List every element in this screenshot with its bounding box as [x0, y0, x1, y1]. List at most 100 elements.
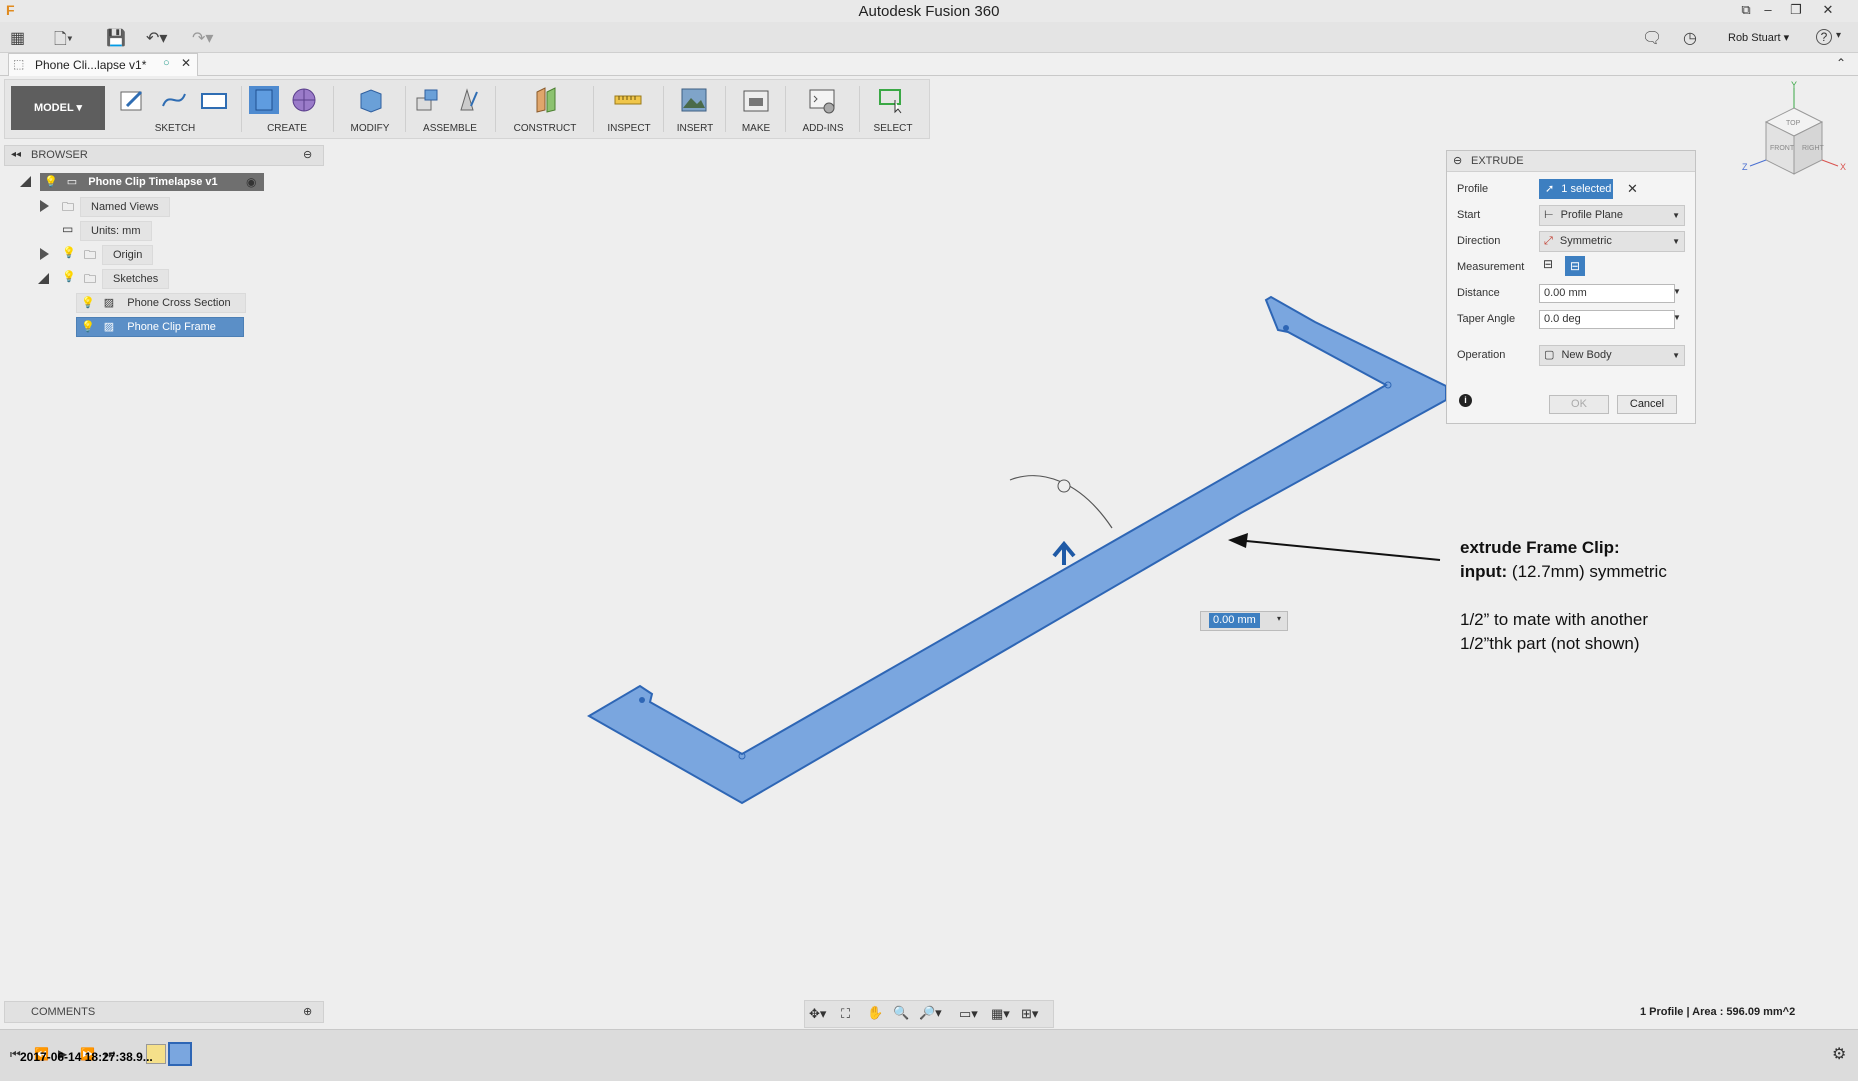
orbit-icon[interactable]: ✥▾ [809, 1006, 826, 1022]
undo-icon[interactable]: ↶▾ [146, 28, 167, 48]
job-status-icon[interactable]: ◷ [1683, 28, 1697, 48]
create-menu-label[interactable]: CREATE [245, 123, 329, 134]
viewports-icon[interactable]: ⊞▾ [1021, 1006, 1038, 1022]
stop-sketch-icon[interactable] [199, 86, 229, 114]
maximize-button[interactable]: ❐ [1786, 2, 1806, 18]
select-group[interactable]: SELECT [865, 84, 921, 134]
insert-group[interactable]: INSERT [669, 84, 721, 134]
direction-select[interactable]: ⤢ Symmetric ▼ [1539, 231, 1685, 252]
construct-group[interactable]: CONSTRUCT [501, 84, 589, 134]
window-title: Autodesk Fusion 360 [858, 3, 1000, 20]
sketch-profile[interactable] [587, 295, 1447, 805]
help-dropdown-icon[interactable]: ▾ [1836, 30, 1841, 41]
user-menu[interactable]: Rob Stuart ▾ [1728, 31, 1789, 44]
close-window-button[interactable]: ✕ [1818, 2, 1838, 18]
half-length-icon[interactable]: ⊟ [1539, 257, 1557, 275]
measure-icon[interactable] [613, 86, 643, 114]
data-panel-grid-icon[interactable]: ▦ [10, 28, 25, 48]
fit-icon[interactable]: 🔎▾ [919, 1005, 942, 1021]
select-icon[interactable] [877, 86, 907, 114]
3d-print-icon[interactable] [741, 86, 771, 114]
addins-menu-label[interactable]: ADD-INS [791, 123, 855, 134]
modify-menu-label[interactable]: MODIFY [339, 123, 401, 134]
grid-settings-icon[interactable]: ▦▾ [991, 1006, 1010, 1022]
save-icon[interactable]: 💾 [106, 28, 126, 48]
ok-button[interactable]: OK [1549, 395, 1609, 414]
profile-selection-button[interactable]: ➚ 1 selected [1539, 179, 1613, 199]
canvas-distance-value[interactable]: 0.00 mm [1209, 613, 1260, 628]
addins-group[interactable]: ADD-INS [791, 84, 855, 134]
insert-image-icon[interactable] [679, 86, 709, 114]
document-tab[interactable]: ⬚ Phone Cli...lapse v1* ○ ✕ [8, 53, 198, 76]
timeline-bar: ⏮ ⏪ ▶ ⏩ ⏭ 2017-06-14 18:27:38.9... ⚙ [0, 1029, 1858, 1081]
canvas-distance-input[interactable]: 0.00 mm ▾ [1200, 611, 1288, 631]
timeline-sketch-feature-icon[interactable] [168, 1042, 192, 1066]
taper-angle-input[interactable]: 0.0 deg [1539, 310, 1675, 329]
zoom-icon[interactable]: 🔍 [893, 1005, 909, 1021]
collapse-toolbar-icon[interactable]: ⌃ [1836, 56, 1846, 70]
create-sketch-icon[interactable] [117, 86, 147, 114]
look-at-icon[interactable]: ⛶ [841, 1006, 850, 1022]
display-settings-icon[interactable]: ▭▾ [959, 1006, 978, 1022]
start-label: Start [1457, 209, 1481, 221]
construct-menu-label[interactable]: CONSTRUCT [501, 123, 589, 134]
sketch-group[interactable]: SKETCH [113, 84, 237, 134]
insert-menu-label[interactable]: INSERT [669, 123, 721, 134]
collapse-dialog-icon[interactable]: ⊖ [1453, 154, 1462, 167]
view-cube-front[interactable]: FRONT [1770, 145, 1795, 152]
toolbar-divider [333, 86, 334, 132]
assemble-group[interactable]: ASSEMBLE [409, 84, 491, 134]
profile-label: Profile [1457, 183, 1489, 195]
pan-icon[interactable]: ✋ [867, 1005, 883, 1021]
make-menu-label[interactable]: MAKE [731, 123, 781, 134]
inspect-menu-label[interactable]: INSPECT [599, 123, 659, 134]
workspace-switcher[interactable]: MODEL ▾ [11, 86, 105, 130]
scripts-addins-icon[interactable] [807, 86, 837, 114]
extrude-dialog-header[interactable]: ⊖ EXTRUDE [1447, 151, 1695, 172]
redo-icon[interactable]: ↷▾ [192, 28, 213, 48]
taper-handle-icon[interactable] [1057, 479, 1071, 493]
operation-select[interactable]: ▢ New Body ▼ [1539, 345, 1685, 366]
make-group[interactable]: MAKE [731, 84, 781, 134]
notifications-icon[interactable]: 🗨 [1642, 28, 1662, 48]
press-pull-icon[interactable] [355, 86, 385, 114]
help-button[interactable]: ? [1816, 29, 1832, 45]
add-comment-icon[interactable]: ⊕ [303, 1005, 312, 1018]
restore-window-icon[interactable]: ⧉ [1736, 2, 1756, 18]
minimize-button[interactable]: – [1758, 2, 1778, 18]
select-menu-label[interactable]: SELECT [865, 123, 921, 134]
whole-length-icon[interactable]: ⊟ [1565, 256, 1585, 276]
distance-input[interactable]: 0.00 mm [1539, 284, 1675, 303]
offset-plane-icon[interactable] [531, 86, 561, 114]
create-group[interactable]: CREATE [245, 84, 329, 134]
extrude-arrow-icon[interactable] [1052, 540, 1076, 565]
chevron-down-icon[interactable]: ▾ [1277, 614, 1281, 623]
extrude-icon[interactable] [249, 86, 279, 114]
line-icon[interactable] [159, 86, 189, 114]
view-cube-top[interactable]: TOP [1786, 120, 1801, 127]
sketch-menu-label[interactable]: SKETCH [113, 123, 237, 134]
file-menu-icon[interactable]: 🗋▾ [54, 28, 73, 55]
joint-icon[interactable] [455, 86, 485, 114]
chevron-down-icon[interactable]: ▼ [1673, 287, 1681, 296]
view-cube-right[interactable]: RIGHT [1802, 145, 1825, 152]
timeline-settings-gear-icon[interactable]: ⚙ [1832, 1044, 1846, 1064]
title-bar: F Autodesk Fusion 360 ⧉ – ❐ ✕ [0, 0, 1858, 22]
assemble-menu-label[interactable]: ASSEMBLE [409, 123, 491, 134]
navigation-bar: ✥▾ ⛶ ✋ 🔍 🔎▾ ▭▾ ▦▾ ⊞▾ [804, 1000, 1054, 1028]
comments-panel[interactable]: COMMENTS ⊕ [4, 1001, 324, 1023]
chevron-down-icon[interactable]: ▼ [1673, 313, 1681, 322]
info-icon[interactable]: i [1459, 394, 1472, 407]
close-tab-icon[interactable]: ✕ [181, 56, 191, 70]
inspect-group[interactable]: INSPECT [599, 84, 659, 134]
modify-group[interactable]: MODIFY [339, 84, 401, 134]
toolbar-divider [405, 86, 406, 132]
new-component-icon[interactable] [413, 86, 443, 114]
toolbar-divider [859, 86, 860, 132]
cancel-button[interactable]: Cancel [1617, 395, 1677, 414]
annotation-line-4: 1/2”thk part (not shown) [1460, 634, 1640, 653]
view-cube[interactable]: TOP FRONT RIGHT Y X Z [1740, 80, 1850, 190]
start-select[interactable]: ⊢ Profile Plane ▼ [1539, 205, 1685, 226]
form-icon[interactable] [289, 86, 319, 114]
clear-selection-icon[interactable]: ✕ [1627, 181, 1638, 197]
